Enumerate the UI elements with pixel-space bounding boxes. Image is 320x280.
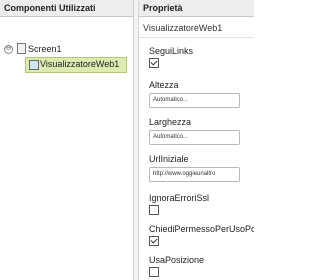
tree-item-label: VisualizzatoreWeb1 — [40, 59, 120, 69]
urliniziale-field[interactable]: http://www.oggieunaltro — [149, 167, 240, 182]
prop-label: ChiediPermessoPerUsoPosizione — [149, 224, 254, 234]
tree-item-visualizzatoreweb1[interactable]: VisualizzatoreWeb1 — [25, 57, 127, 73]
collapse-toggle-icon[interactable]: ⊖ — [4, 45, 13, 54]
chiedipermesso-checkbox[interactable] — [149, 236, 159, 246]
altezza-field[interactable]: Automatico... — [149, 93, 240, 108]
ignoraerrorissl-checkbox[interactable] — [149, 205, 159, 215]
prop-larghezza: Larghezza Automatico... — [149, 117, 240, 145]
prop-usaposizione: UsaPosizione — [149, 255, 204, 277]
properties-header: Proprietà — [139, 0, 254, 17]
properties-panel: Proprietà VisualizzatoreWeb1 SeguiLinks … — [138, 0, 254, 280]
prop-chiedipermesso: ChiediPermessoPerUsoPosizione — [149, 224, 254, 246]
prop-label: UsaPosizione — [149, 255, 205, 265]
usaposizione-checkbox[interactable] — [149, 267, 159, 277]
prop-urliniziale: UrlIniziale http://www.oggieunaltro — [149, 154, 240, 182]
seguilinks-checkbox[interactable] — [149, 58, 159, 68]
prop-seguilinks: SeguiLinks — [149, 46, 193, 68]
screen-icon — [17, 43, 26, 54]
tree-item-screen1[interactable]: Screen1 — [28, 44, 62, 54]
selected-component-name: VisualizzatoreWeb1 — [139, 17, 254, 38]
prop-label: Larghezza — [149, 117, 192, 127]
prop-label: SeguiLinks — [149, 46, 194, 56]
webviewer-icon — [29, 60, 39, 70]
prop-label: Altezza — [149, 80, 179, 90]
prop-altezza: Altezza Automatico... — [149, 80, 240, 108]
larghezza-field[interactable]: Automatico... — [149, 130, 240, 145]
prop-label: IgnoraErroriSsl — [149, 193, 210, 203]
components-panel: Componenti Utilizzati ⊖ Screen1 Visualiz… — [0, 0, 134, 280]
prop-label: UrlIniziale — [149, 154, 189, 164]
components-header: Componenti Utilizzati — [0, 0, 133, 17]
prop-ignoraerrorissl: IgnoraErroriSsl — [149, 193, 209, 215]
